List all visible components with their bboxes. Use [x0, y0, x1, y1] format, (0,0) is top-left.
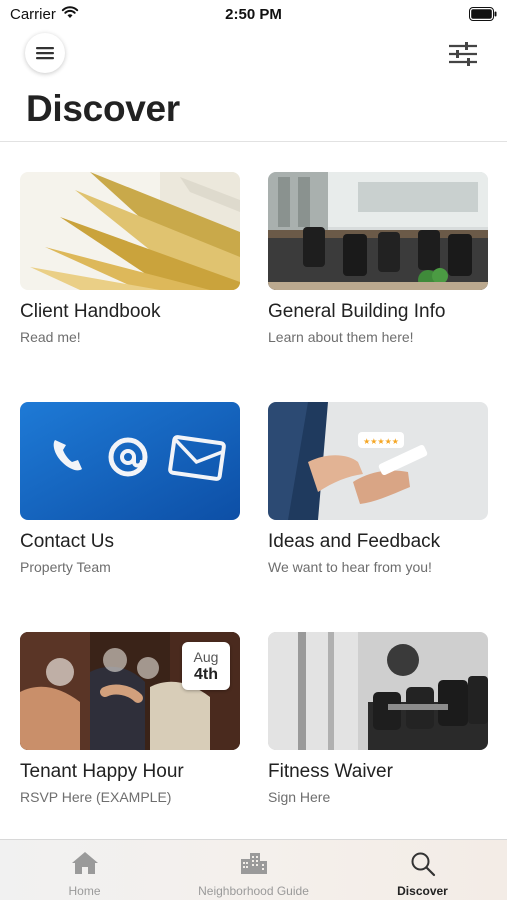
date-badge: Aug 4th: [182, 642, 230, 690]
hamburger-menu-icon: [36, 47, 54, 60]
card-image: [20, 402, 240, 520]
card-general-building-info[interactable]: General Building Info Learn about them h…: [268, 172, 488, 345]
battery-icon: [469, 7, 497, 21]
date-badge-day: 4th: [194, 666, 218, 683]
page-title: Discover: [26, 88, 180, 129]
card-image: Aug 4th: [20, 632, 240, 750]
tab-label: Discover: [397, 884, 448, 898]
card-title: Fitness Waiver: [268, 761, 393, 782]
tab-neighborhood-guide[interactable]: Neighborhood Guide: [169, 840, 338, 900]
card-image: [20, 172, 240, 290]
search-icon: [411, 852, 435, 877]
buildings-icon: [240, 853, 267, 874]
sliders-icon: [449, 42, 477, 66]
card-subtitle: Sign Here: [268, 789, 331, 805]
tab-label: Neighborhood Guide: [198, 884, 309, 898]
card-subtitle: Learn about them here!: [268, 329, 414, 345]
card-subtitle: RSVP Here (EXAMPLE): [20, 789, 172, 805]
card-image: ★★★★★: [268, 402, 488, 520]
clock-label: 2:50 PM: [225, 6, 282, 23]
card-title: Client Handbook: [20, 301, 161, 322]
dumbbell-rack-image: [268, 632, 488, 750]
status-bar: Carrier 2:50 PM: [0, 0, 507, 28]
card-subtitle: Read me!: [20, 329, 81, 345]
hand-with-phone-rating-image: ★★★★★: [268, 402, 488, 520]
header-divider: [0, 141, 507, 142]
open-book-pages-image: [20, 172, 240, 290]
card-title: General Building Info: [268, 301, 446, 322]
card-fitness-waiver[interactable]: Fitness Waiver Sign Here: [268, 632, 488, 805]
card-tenant-happy-hour[interactable]: Aug 4th Tenant Happy Hour RSVP Here (EXA…: [20, 632, 240, 805]
office-workspace-image: [268, 172, 488, 290]
card-title: Contact Us: [20, 531, 114, 552]
phone-at-envelope-image: [20, 402, 240, 520]
home-icon: [71, 852, 98, 874]
date-badge-month: Aug: [193, 649, 219, 665]
card-subtitle: Property Team: [20, 559, 111, 575]
card-title: Ideas and Feedback: [268, 531, 441, 552]
filter-button[interactable]: [444, 36, 482, 72]
card-image: [268, 632, 488, 750]
card-subtitle: We want to hear from you!: [268, 559, 432, 575]
card-ideas-and-feedback[interactable]: ★★★★★ Ideas and Feedback We want to hear…: [268, 402, 488, 575]
tab-discover[interactable]: Discover: [338, 840, 507, 900]
svg-text:★★★★★: ★★★★★: [363, 437, 399, 446]
card-contact-us[interactable]: Contact Us Property Team: [20, 402, 240, 575]
card-title: Tenant Happy Hour: [20, 761, 184, 782]
tab-label: Home: [68, 884, 101, 898]
tab-home[interactable]: Home: [0, 840, 169, 900]
tab-bar: Home Neighborhood Guide Discover: [0, 839, 507, 900]
card-image: [268, 172, 488, 290]
card-client-handbook[interactable]: Client Handbook Read me!: [20, 172, 240, 345]
menu-button[interactable]: [25, 33, 65, 73]
